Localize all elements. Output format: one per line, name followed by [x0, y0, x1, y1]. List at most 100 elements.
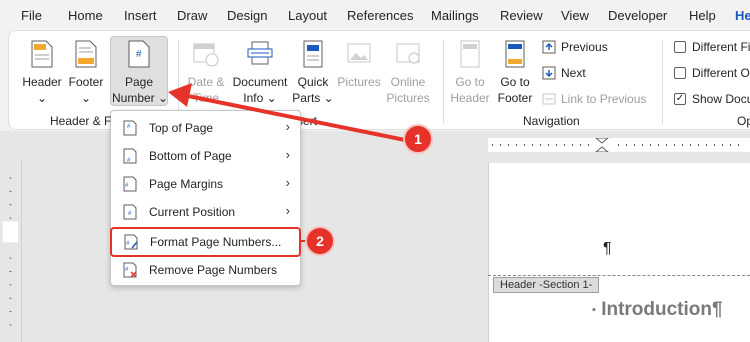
menu-item-label: Current Position — [149, 205, 236, 219]
options-group-label: Op — [737, 114, 750, 128]
online-picture-icon — [396, 43, 420, 64]
next-label: Next — [561, 66, 586, 80]
tab-mailings[interactable]: Mailings — [431, 8, 479, 23]
tab-insert[interactable]: Insert — [124, 8, 157, 23]
pictures-button[interactable]: Pictures — [336, 40, 382, 90]
checkbox-box — [674, 67, 686, 79]
date-time-button[interactable]: Date & Time — [184, 40, 228, 106]
ribbon-tab-bar: File Home Insert Draw Design Layout Refe… — [0, 0, 750, 32]
document-info-icon — [247, 41, 273, 65]
picture-icon — [347, 43, 371, 63]
previous-label: Previous — [561, 40, 608, 54]
menu-item-bottom-of-page[interactable]: # Bottom of Page › — [111, 143, 300, 169]
footer-icon — [75, 40, 97, 68]
annotation-badge-1: 1 — [403, 124, 433, 154]
tab-review[interactable]: Review — [500, 8, 543, 23]
page-number-label-line2: Number ⌄ — [112, 91, 169, 105]
page-bottom-icon: # — [123, 148, 137, 164]
online-pictures-line2: Pictures — [386, 91, 430, 105]
go-to-footer-line1: Go to — [500, 75, 530, 89]
header-button-label: Header — [22, 75, 62, 89]
show-document-text-label: Show Docu — [692, 92, 750, 106]
tab-file[interactable]: File — [21, 8, 42, 23]
link-to-previous-button[interactable]: Link to Previous — [542, 92, 646, 106]
checkbox-box — [674, 41, 686, 53]
different-odd-even-label: Different O — [692, 66, 750, 80]
header-boundary-line — [488, 275, 750, 276]
menu-item-label: Page Margins — [149, 177, 224, 191]
link-icon — [542, 93, 556, 105]
menu-item-top-of-page[interactable]: # Top of Page › — [111, 115, 300, 141]
header-footer-group-label: Header & F — [50, 114, 112, 128]
header-button[interactable]: Header ⌄ — [20, 40, 64, 106]
different-first-page-checkbox[interactable]: Different Fi — [674, 40, 750, 54]
page-number-label-line1: Page — [124, 75, 154, 89]
remove-page-numbers-icon: # — [123, 262, 137, 278]
heading-bullet-marker: ▪ — [592, 303, 596, 316]
tab-header-footer[interactable]: He — [735, 8, 750, 23]
annotation-badge-2: 2 — [305, 226, 335, 256]
vertical-ruler[interactable] — [0, 160, 22, 342]
tab-layout[interactable]: Layout — [288, 8, 327, 23]
page-top-icon: # — [123, 120, 137, 136]
document-info-button[interactable]: Document Info ⌄ — [230, 40, 290, 106]
tab-view[interactable]: View — [561, 8, 589, 23]
menu-item-remove-page-numbers[interactable]: # Remove Page Numbers — [111, 257, 300, 283]
go-to-header-button[interactable]: Go to Header — [448, 40, 492, 106]
tab-help[interactable]: Help — [689, 8, 716, 23]
different-odd-even-checkbox[interactable]: Different O — [674, 66, 750, 80]
date-time-line1: Date & — [187, 75, 225, 89]
menu-item-page-margins[interactable]: # Page Margins › — [111, 171, 300, 197]
page-number-button[interactable]: # Page Number ⌄ — [112, 40, 169, 106]
go-to-header-line2: Header — [450, 91, 490, 105]
menu-item-label: Top of Page — [149, 121, 214, 135]
tab-home[interactable]: Home — [68, 8, 103, 23]
page-number-icon: # — [128, 40, 150, 68]
chevron-right-icon: › — [285, 147, 290, 162]
chevron-right-icon: › — [285, 175, 290, 190]
go-to-footer-icon — [505, 40, 525, 68]
footer-button-caret: ⌄ — [80, 91, 92, 105]
footer-button[interactable]: Footer ⌄ — [66, 40, 106, 106]
quick-parts-button[interactable]: Quick Parts ⌄ — [292, 40, 334, 106]
document-heading[interactable]: ▪ Introduction¶ — [592, 299, 723, 321]
page-margins-icon: # — [123, 176, 137, 192]
checkmark-icon: ✓ — [674, 93, 686, 105]
chevron-right-icon: › — [285, 203, 290, 218]
quick-parts-icon — [303, 40, 323, 68]
online-pictures-line1: Online — [390, 75, 426, 89]
header-section-tag: Header -Section 1- — [493, 277, 600, 293]
show-document-text-checkbox[interactable]: ✓ Show Docu — [674, 92, 750, 106]
pictures-label: Pictures — [337, 75, 381, 89]
menu-item-label: Bottom of Page — [149, 149, 232, 163]
page-number-dropdown-menu: # Top of Page › # Bottom of Page › # Pag… — [110, 110, 301, 286]
calendar-clock-icon — [193, 43, 219, 67]
quick-parts-line2: Parts ⌄ — [292, 91, 334, 105]
group-separator — [662, 40, 663, 124]
next-button[interactable]: Next — [542, 66, 586, 80]
tab-references[interactable]: References — [347, 8, 413, 23]
navigation-group-label: Navigation — [523, 114, 580, 128]
paragraph-mark: ¶ — [603, 240, 612, 257]
footer-button-label: Footer — [68, 75, 104, 89]
document-info-line2: Info ⌄ — [243, 91, 277, 105]
menu-item-format-page-numbers[interactable]: # Format Page Numbers... — [110, 227, 301, 257]
tab-design[interactable]: Design — [227, 8, 267, 23]
go-to-header-icon — [460, 40, 480, 68]
tab-draw[interactable]: Draw — [177, 8, 207, 23]
online-pictures-button[interactable]: Online Pictures — [384, 40, 432, 106]
current-position-icon: # — [123, 204, 137, 220]
different-first-page-label: Different Fi — [692, 40, 750, 54]
menu-item-label: Remove Page Numbers — [149, 263, 278, 277]
menu-item-current-position[interactable]: # Current Position › — [111, 199, 300, 225]
heading-text: Introduction¶ — [601, 299, 723, 320]
previous-button[interactable]: Previous — [542, 40, 608, 54]
menu-item-label: Format Page Numbers... — [150, 235, 282, 249]
document-info-line1: Document — [232, 75, 288, 89]
go-to-footer-button[interactable]: Go to Footer — [494, 40, 536, 106]
header-icon — [31, 40, 53, 68]
tab-developer[interactable]: Developer — [608, 8, 667, 23]
next-section-icon — [542, 66, 556, 80]
horizontal-ruler[interactable] — [488, 138, 750, 152]
quick-parts-line1: Quick — [297, 75, 329, 89]
